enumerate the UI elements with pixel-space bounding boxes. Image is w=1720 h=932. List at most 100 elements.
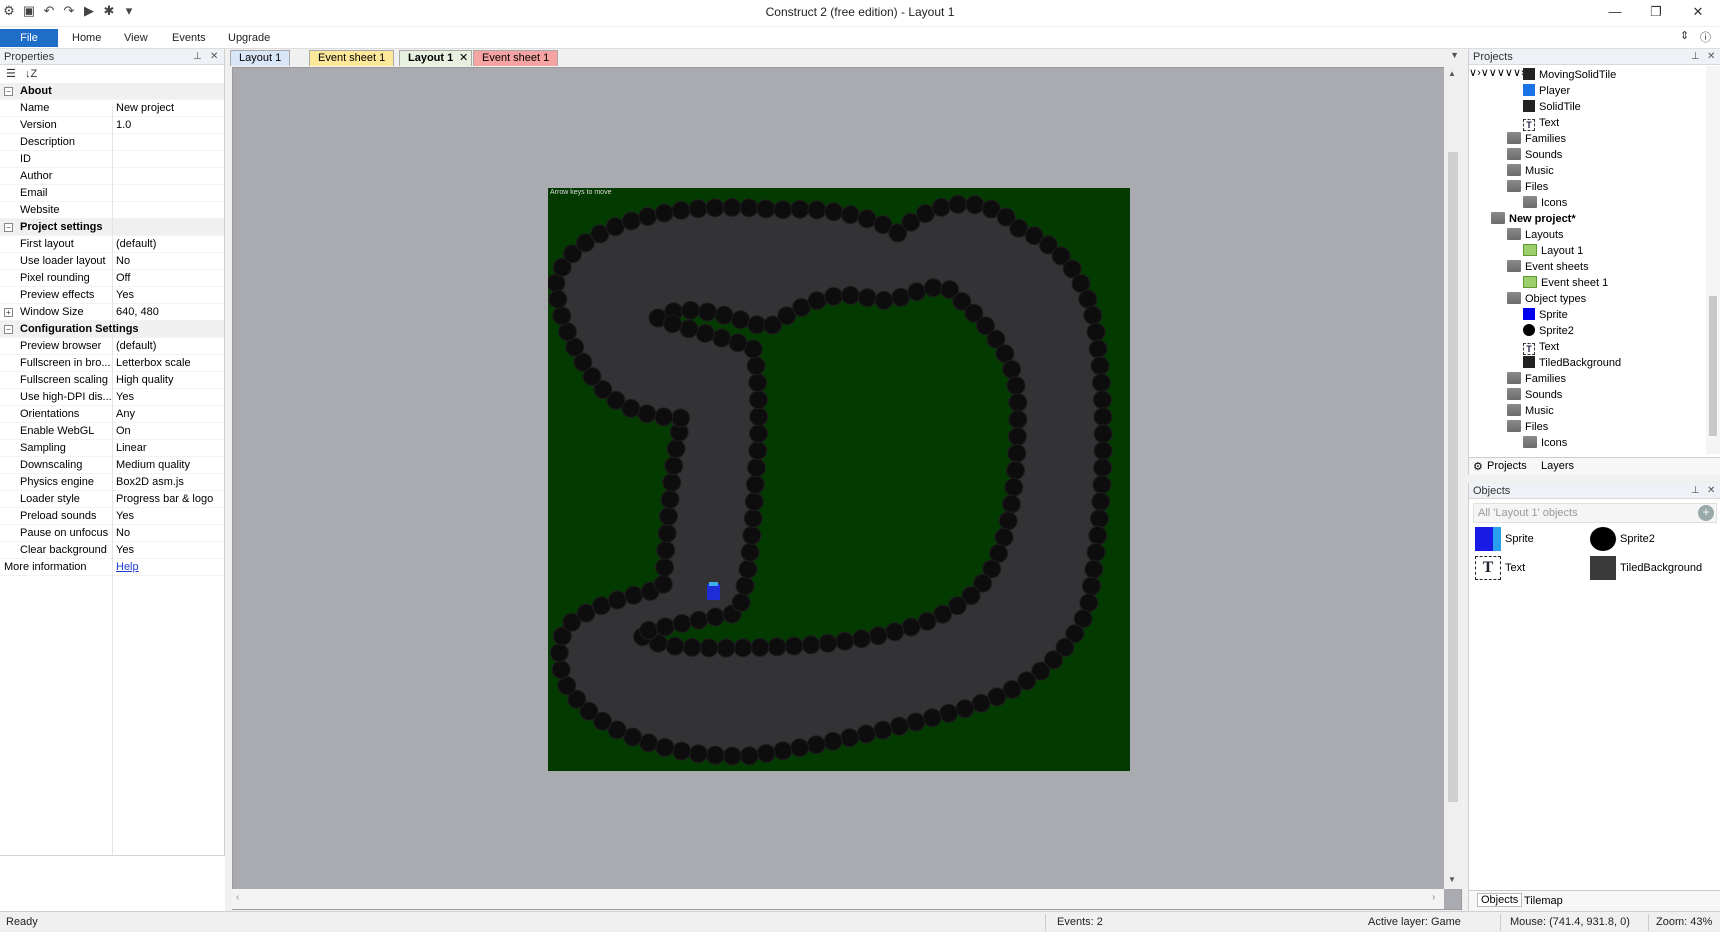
pin-icon[interactable]: ⊥ — [1691, 483, 1700, 499]
project-tree-scrollbar[interactable] — [1706, 66, 1720, 454]
property-value[interactable]: 1.0 — [116, 117, 131, 134]
objects-filter[interactable]: All 'Layout 1' objects + — [1473, 503, 1717, 523]
property-value[interactable]: 640, 480 — [116, 304, 159, 321]
tree-item[interactable]: Layouts — [1507, 227, 1564, 243]
close-panel-icon[interactable]: ✕ — [1707, 49, 1715, 65]
tree-item[interactable]: Music — [1507, 163, 1554, 179]
object-sprite[interactable]: Sprite — [1475, 526, 1534, 552]
property-group[interactable]: − About — [0, 83, 224, 100]
chevron-down-icon[interactable]: ∨ — [1513, 67, 1521, 79]
property-value[interactable]: Letterbox scale — [116, 355, 191, 372]
tree-item[interactable]: Sprite2 — [1523, 323, 1574, 339]
object-tiledbackground[interactable]: TiledBackground — [1590, 555, 1702, 581]
tab-list-dropdown-icon[interactable]: ▼ — [1450, 50, 1459, 60]
tree-item[interactable]: Families — [1507, 371, 1566, 387]
tree-item[interactable]: Layout 1 — [1523, 243, 1583, 259]
chevron-down-icon[interactable]: ∨ — [1481, 67, 1489, 79]
tree-item[interactable]: Player — [1523, 83, 1570, 99]
property-value[interactable]: Yes — [116, 508, 134, 525]
property-value[interactable]: High quality — [116, 372, 173, 389]
object-text[interactable]: T Text — [1475, 555, 1525, 581]
property-value[interactable]: Linear — [116, 440, 147, 457]
tab-view[interactable]: View — [114, 29, 158, 47]
tab-objects[interactable]: Objects — [1477, 893, 1523, 907]
scroll-up-icon[interactable]: ▲ — [1448, 69, 1456, 78]
property-value[interactable]: Yes — [116, 542, 134, 559]
tab-events[interactable]: Events — [162, 29, 216, 47]
chevron-down-icon[interactable]: ∨ — [1505, 67, 1513, 79]
property-value[interactable]: (default) — [116, 236, 156, 253]
property-value[interactable]: Medium quality — [116, 457, 190, 474]
tree-item[interactable]: Object types — [1507, 291, 1586, 307]
tab-file[interactable]: File — [0, 29, 58, 47]
tree-item[interactable]: Icons — [1523, 195, 1567, 211]
tab-home[interactable]: Home — [62, 29, 111, 47]
tab-layers[interactable]: Layers — [1541, 460, 1574, 472]
tab-tilemap[interactable]: Tilemap — [1524, 895, 1563, 907]
tree-item[interactable]: Music — [1507, 403, 1554, 419]
doc-tab-layout-active[interactable]: Layout 1 ✕ — [399, 50, 473, 66]
close-tab-icon[interactable]: ✕ — [459, 51, 468, 66]
tree-item[interactable]: Icons — [1523, 435, 1567, 451]
property-value[interactable]: Any — [116, 406, 135, 423]
chevron-down-icon[interactable]: ∨ — [1497, 67, 1505, 79]
layout-canvas[interactable]: Arrow keys to move — [548, 188, 1130, 771]
doc-tab-event-sheet[interactable]: Event sheet 1 — [309, 50, 395, 66]
close-button[interactable]: ✕ — [1678, 0, 1718, 26]
ribbon-collapse-icon[interactable]: ⇕ — [1680, 29, 1689, 42]
tree-item[interactable]: MovingSolidTile — [1523, 67, 1616, 83]
minimize-button[interactable]: — — [1595, 0, 1635, 26]
scroll-left-icon[interactable]: ‹ — [236, 892, 239, 903]
tree-item[interactable]: Files — [1507, 179, 1548, 195]
player-car[interactable] — [707, 584, 720, 600]
tab-upgrade[interactable]: Upgrade — [218, 29, 280, 47]
property-value[interactable]: (default) — [116, 338, 156, 355]
doc-tab-layout[interactable]: Layout 1 — [230, 50, 291, 66]
categorized-icon[interactable]: ☰ — [6, 68, 16, 80]
add-object-icon[interactable]: + — [1698, 505, 1714, 521]
scroll-thumb[interactable] — [1448, 152, 1458, 802]
sort-alpha-icon[interactable]: ↓Z — [25, 68, 37, 80]
canvas-vertical-scrollbar[interactable]: ▲ ▼ — [1444, 67, 1462, 889]
tree-item[interactable]: Sounds — [1507, 387, 1562, 403]
property-value[interactable]: No — [116, 253, 130, 270]
property-value[interactable]: New project — [116, 100, 174, 117]
help-icon[interactable]: ⓘ — [1700, 29, 1711, 45]
close-panel-icon[interactable]: ✕ — [210, 49, 218, 65]
scroll-right-icon[interactable]: › — [1432, 892, 1435, 903]
pin-icon[interactable]: ⊥ — [1691, 49, 1700, 65]
collapse-icon[interactable]: − — [4, 325, 13, 334]
close-panel-icon[interactable]: ✕ — [1707, 483, 1715, 499]
collapse-icon[interactable]: − — [4, 223, 13, 232]
tree-item[interactable]: Families — [1507, 131, 1566, 147]
scroll-down-icon[interactable]: ▼ — [1448, 875, 1456, 884]
tree-item[interactable]: Sprite — [1523, 307, 1568, 323]
maximize-button[interactable]: ❐ — [1636, 0, 1676, 26]
property-value[interactable]: No — [116, 525, 130, 542]
canvas-horizontal-scrollbar[interactable]: ‹ › — [232, 889, 1444, 909]
chevron-down-icon[interactable]: ∨ — [1469, 67, 1477, 79]
property-value[interactable]: Yes — [116, 287, 134, 304]
property-value[interactable]: Off — [116, 270, 130, 287]
tree-item[interactable]: Sounds — [1507, 147, 1562, 163]
tree-item[interactable]: T Text — [1523, 339, 1559, 355]
pin-icon[interactable]: ⊥ — [193, 49, 202, 65]
property-value[interactable]: Yes — [116, 389, 134, 406]
tree-item[interactable]: Event sheet 1 — [1523, 275, 1608, 291]
tree-item[interactable]: New project* — [1491, 211, 1576, 227]
tree-item[interactable]: TiledBackground — [1523, 355, 1621, 371]
collapse-icon[interactable]: − — [4, 87, 13, 96]
property-value[interactable]: Progress bar & logo — [116, 491, 213, 508]
tree-item[interactable]: Event sheets — [1507, 259, 1589, 275]
object-sprite2[interactable]: Sprite2 — [1590, 526, 1655, 552]
expand-icon[interactable]: + — [4, 308, 13, 317]
help-link[interactable]: Help — [116, 559, 139, 576]
property-value[interactable]: Box2D asm.js — [116, 474, 184, 491]
chevron-down-icon[interactable]: ∨ — [1489, 67, 1497, 79]
tree-item[interactable]: SolidTile — [1523, 99, 1581, 115]
property-value[interactable]: On — [116, 423, 131, 440]
doc-tab-event-sheet-2[interactable]: Event sheet 1 — [473, 50, 559, 66]
tree-item[interactable]: Files — [1507, 419, 1548, 435]
tree-item[interactable]: T Text — [1523, 115, 1559, 131]
tab-projects[interactable]: Projects — [1487, 460, 1527, 472]
